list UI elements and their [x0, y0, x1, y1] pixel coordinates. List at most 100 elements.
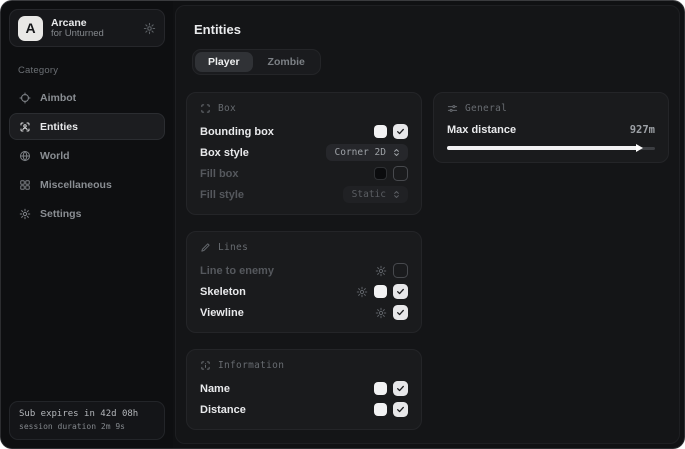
- sidebar-item-aimbot[interactable]: Aimbot: [9, 84, 165, 111]
- max-distance-row: Max distance 927m: [447, 121, 655, 139]
- box-style-dropdown[interactable]: Corner 2D: [326, 144, 408, 161]
- category-label: Category: [18, 65, 165, 76]
- setting-label: Fill box: [200, 168, 239, 180]
- checkbox-checked[interactable]: [393, 124, 408, 139]
- gear-icon[interactable]: [356, 286, 368, 298]
- color-swatch[interactable]: [374, 125, 387, 138]
- sliders-icon: [447, 103, 458, 114]
- checkbox-checked[interactable]: [393, 284, 408, 299]
- sidebar-item-settings[interactable]: Settings: [9, 200, 165, 227]
- slider-fill: [447, 146, 640, 150]
- dropdown-value: Corner 2D: [335, 147, 386, 158]
- app-window: A Arcane for Unturned Category A: [0, 0, 685, 449]
- session-duration-text: session duration 2m 9s: [19, 421, 155, 433]
- fill-style-dropdown[interactable]: Static: [343, 186, 408, 203]
- lines-card: Lines Line to enemy: [186, 231, 422, 333]
- sidebar: A Arcane for Unturned Category A: [1, 1, 173, 448]
- card-title: Box: [218, 103, 236, 114]
- subscription-card: Sub expires in 42d 08h session duration …: [9, 401, 165, 441]
- checkbox-checked[interactable]: [393, 402, 408, 417]
- row-controls: [374, 381, 408, 396]
- right-column: General Max distance 927m: [433, 92, 669, 163]
- color-swatch[interactable]: [374, 285, 387, 298]
- box-card: Box Bounding box Box style: [186, 92, 422, 215]
- setting-row-box-style: Box style Corner 2D: [200, 142, 408, 163]
- sidebar-nav: Aimbot Entities World: [9, 84, 165, 227]
- row-controls: [375, 305, 408, 320]
- chevrons-up-down-icon: [392, 148, 401, 157]
- app-titles: Arcane for Unturned: [51, 17, 135, 40]
- information-card: Information Name Distance: [186, 349, 422, 430]
- left-column: Box Bounding box Box style: [186, 92, 422, 430]
- row-controls: [374, 166, 408, 181]
- row-controls: [375, 263, 408, 278]
- scan-person-icon: [19, 121, 31, 133]
- gear-icon[interactable]: [143, 22, 156, 35]
- dropdown-value: Static: [352, 189, 386, 200]
- checkbox-checked[interactable]: [393, 381, 408, 396]
- setting-label: Box style: [200, 147, 249, 159]
- setting-label: Viewline: [200, 307, 244, 319]
- checkbox-checked[interactable]: [393, 305, 408, 320]
- tabbar: Player Zombie: [192, 49, 321, 75]
- general-card: General Max distance 927m: [433, 92, 669, 163]
- checkbox-unchecked[interactable]: [393, 166, 408, 181]
- sidebar-item-label: Entities: [40, 121, 78, 133]
- general-card-header: General: [447, 103, 655, 114]
- slider-value: 927m: [630, 124, 655, 136]
- setting-row-fill-box: Fill box: [200, 163, 408, 184]
- sub-expires-text: Sub expires in 42d 08h: [19, 408, 155, 422]
- content-grid: Box Bounding box Box style: [186, 92, 669, 430]
- setting-row-distance: Distance: [200, 399, 408, 420]
- card-title: Lines: [218, 242, 248, 253]
- box-corners-icon: [200, 103, 211, 114]
- sidebar-item-label: Aimbot: [40, 92, 76, 104]
- box-card-header: Box: [200, 103, 408, 114]
- sidebar-item-miscellaneous[interactable]: Miscellaneous: [9, 171, 165, 198]
- crosshair-icon: [19, 92, 31, 104]
- sidebar-item-label: Settings: [40, 208, 81, 220]
- setting-label: Bounding box: [200, 126, 274, 138]
- main-panel: Entities Player Zombie Box: [175, 5, 680, 444]
- setting-label: Fill style: [200, 189, 244, 201]
- sidebar-item-world[interactable]: World: [9, 142, 165, 169]
- gear-icon: [19, 208, 31, 220]
- app-subtitle: for Unturned: [51, 29, 135, 40]
- setting-row-fill-style: Fill style Static: [200, 184, 408, 205]
- color-swatch[interactable]: [374, 382, 387, 395]
- setting-label: Name: [200, 383, 230, 395]
- color-swatch[interactable]: [374, 403, 387, 416]
- sidebar-item-label: Miscellaneous: [40, 179, 112, 191]
- setting-row-viewline: Viewline: [200, 302, 408, 323]
- setting-label: Line to enemy: [200, 265, 274, 277]
- tab-player[interactable]: Player: [195, 52, 253, 72]
- card-title: General: [465, 103, 507, 114]
- app-logo: A: [18, 16, 43, 41]
- max-distance-slider[interactable]: [447, 143, 655, 153]
- page-title: Entities: [194, 22, 669, 37]
- layout-grid-icon: [19, 179, 31, 191]
- checkbox-unchecked[interactable]: [393, 263, 408, 278]
- setting-row-line-to-enemy: Line to enemy: [200, 260, 408, 281]
- globe-icon: [19, 150, 31, 162]
- app-name: Arcane: [51, 17, 135, 29]
- info-scan-icon: [200, 360, 211, 371]
- information-card-header: Information: [200, 360, 408, 371]
- setting-row-name: Name: [200, 378, 408, 399]
- lines-card-header: Lines: [200, 242, 408, 253]
- setting-row-skeleton: Skeleton: [200, 281, 408, 302]
- slider-label: Max distance: [447, 124, 516, 136]
- color-swatch[interactable]: [374, 167, 387, 180]
- row-controls: [356, 284, 408, 299]
- card-title: Information: [218, 360, 284, 371]
- sidebar-item-entities[interactable]: Entities: [9, 113, 165, 140]
- setting-row-bounding-box: Bounding box: [200, 121, 408, 142]
- row-controls: [374, 402, 408, 417]
- row-controls: [374, 124, 408, 139]
- gear-icon[interactable]: [375, 307, 387, 319]
- gear-icon[interactable]: [375, 265, 387, 277]
- setting-label: Skeleton: [200, 286, 246, 298]
- slider-handle[interactable]: [636, 144, 643, 152]
- tab-zombie[interactable]: Zombie: [255, 52, 318, 72]
- setting-label: Distance: [200, 404, 246, 416]
